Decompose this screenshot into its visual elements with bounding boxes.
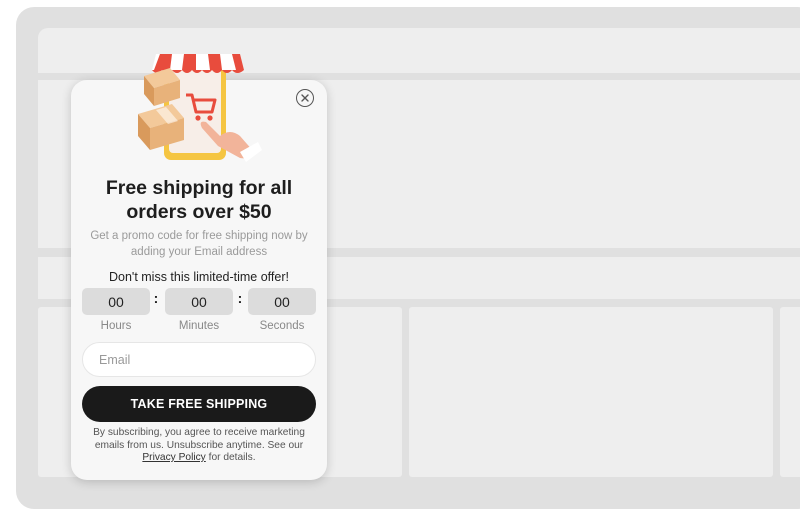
disclaimer-text: By subscribing, you agree to receive mar… bbox=[76, 427, 322, 465]
popup-subtitle: Get a promo code for free shipping now b… bbox=[71, 228, 327, 260]
timer-separator: : bbox=[153, 290, 159, 306]
offer-text: Don't miss this limited-time offer! bbox=[109, 270, 289, 284]
disclaimer-suffix: for details. bbox=[205, 452, 256, 463]
popup-title: Free shipping for all orders over $50 bbox=[71, 176, 327, 224]
shop-illustration bbox=[138, 54, 262, 162]
disclaimer-line: emails from us. Unsubscribe anytime. See… bbox=[94, 439, 304, 451]
popup-subtitle-line: Get a promo code for free shipping now b… bbox=[90, 230, 308, 242]
popup-title-line: orders over $50 bbox=[126, 201, 272, 223]
timer-minutes: 00 bbox=[165, 288, 233, 315]
timer-minutes-label: Minutes bbox=[178, 320, 220, 332]
placeholder-card bbox=[780, 307, 800, 477]
placeholder-card bbox=[409, 307, 773, 477]
disclaimer-line: By subscribing, you agree to receive mar… bbox=[93, 427, 305, 438]
timer-hours-label: Hours bbox=[100, 320, 132, 332]
take-free-shipping-button[interactable]: TAKE FREE SHIPPING bbox=[82, 386, 316, 422]
timer-seconds-label: Seconds bbox=[259, 320, 305, 332]
popup-subtitle-line: adding your Email address bbox=[130, 246, 268, 258]
timer-seconds: 00 bbox=[248, 288, 316, 315]
close-icon bbox=[301, 94, 309, 102]
disclaimer-line: Privacy Policy for details. bbox=[76, 452, 322, 465]
privacy-policy-link[interactable]: Privacy Policy bbox=[142, 452, 205, 463]
email-field[interactable] bbox=[82, 342, 316, 377]
timer-hours: 00 bbox=[82, 288, 150, 315]
timer-separator: : bbox=[237, 290, 243, 306]
popup-title-line: Free shipping for all bbox=[105, 177, 293, 199]
close-button[interactable] bbox=[296, 89, 314, 107]
